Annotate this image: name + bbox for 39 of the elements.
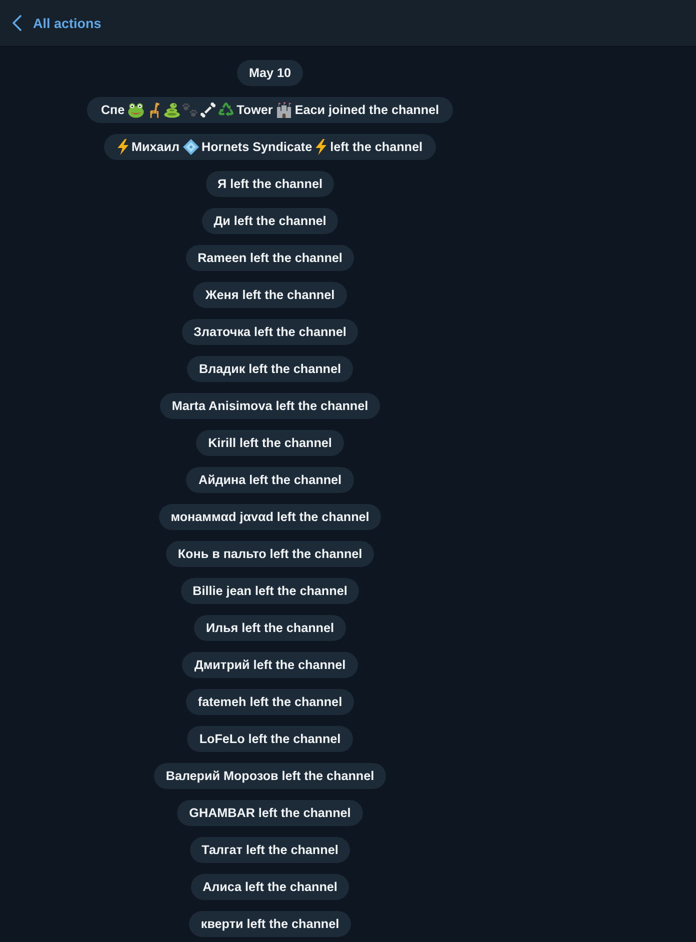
lightning-icon bbox=[116, 139, 129, 155]
service-message: Женя left the channel bbox=[193, 282, 347, 308]
service-message: fatemeh left the channel bbox=[186, 689, 354, 715]
service-message: кверти left the channel bbox=[188, 911, 352, 937]
service-message: LoFeLo left the channel bbox=[187, 726, 353, 752]
message-text: left the channel bbox=[330, 140, 422, 154]
service-message: Алиса left the channel bbox=[190, 874, 350, 900]
service-message: Дмитрий left the channel bbox=[182, 652, 358, 678]
snake-icon bbox=[164, 102, 180, 118]
service-message: Илья left the channel bbox=[194, 615, 346, 641]
service-message: Конь в пальто left the channel bbox=[166, 541, 374, 567]
chevron-left-icon bbox=[12, 15, 22, 31]
message-text: Еаси joined the channel bbox=[294, 103, 440, 117]
castle-icon bbox=[276, 102, 292, 118]
service-message: Ди left the channel bbox=[202, 208, 338, 234]
service-message: монаммαd jαvαd left the channel bbox=[158, 504, 382, 530]
service-message: Marta Anisimova left the channel bbox=[160, 393, 380, 419]
frog-face-icon bbox=[128, 102, 144, 118]
lightning-icon bbox=[315, 139, 328, 155]
diamond-icon bbox=[182, 139, 199, 155]
bone-icon bbox=[200, 102, 216, 118]
service-message: Rameen left the channel bbox=[186, 245, 354, 271]
recycle-icon bbox=[218, 102, 234, 118]
service-message: Златочка left the channel bbox=[182, 319, 358, 345]
service-message: Я left the channel bbox=[206, 171, 334, 197]
service-message: GHAMBAR left the channel bbox=[177, 800, 363, 826]
message-text: Михаил bbox=[132, 140, 180, 154]
back-button[interactable]: All actions bbox=[10, 11, 104, 35]
service-message: Kirill left the channel bbox=[196, 430, 344, 456]
service-message: Валерий Морозов left the channel bbox=[154, 763, 386, 789]
paw-prints-icon bbox=[182, 102, 198, 118]
message-text: Hornets Syndicate bbox=[202, 140, 312, 154]
service-message: Айдина left the channel bbox=[186, 467, 354, 493]
service-message: Талгат left the channel bbox=[190, 837, 350, 863]
date-separator: May 10 bbox=[236, 60, 303, 86]
service-message: Владик left the channel bbox=[186, 356, 353, 382]
service-message: Billie jean left the channel bbox=[180, 578, 360, 604]
message-text: Tower bbox=[236, 103, 273, 117]
message-text: Спе bbox=[100, 103, 125, 117]
